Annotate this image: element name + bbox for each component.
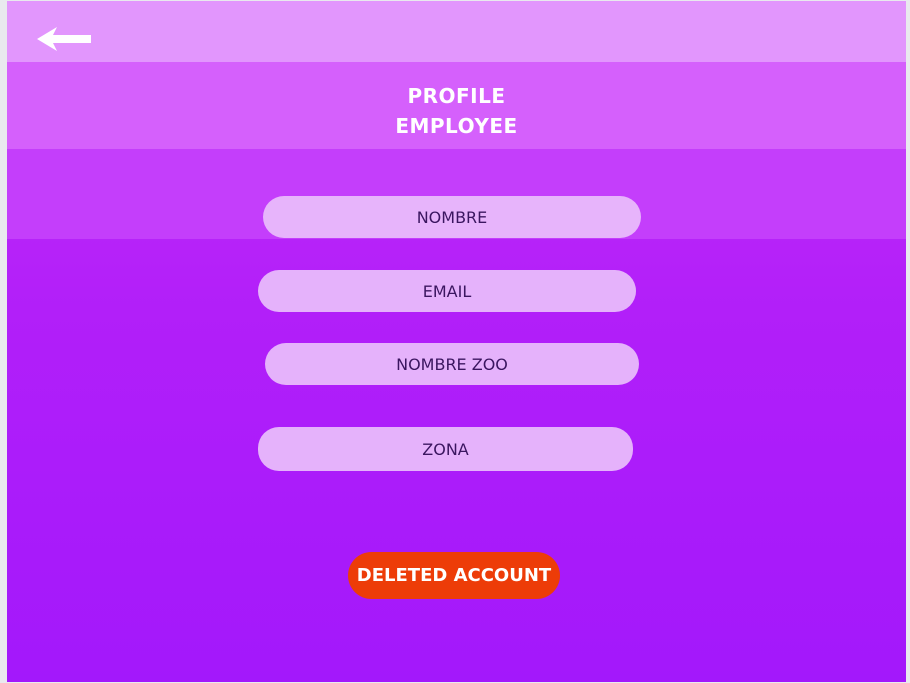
zona-placeholder: ZONA <box>422 439 469 459</box>
nombre-zoo-placeholder: NOMBRE ZOO <box>396 354 508 374</box>
email-placeholder: EMAIL <box>422 281 472 301</box>
back-button[interactable] <box>35 25 95 53</box>
arrow-left-icon <box>37 27 91 51</box>
nombre-placeholder: NOMBRE <box>416 207 488 227</box>
email-field[interactable]: EMAIL <box>258 270 636 312</box>
title-line-profile: PROFILE <box>407 84 506 108</box>
title-line-employee: EMPLOYEE <box>395 114 518 138</box>
delete-account-button[interactable]: DELETED ACCOUNT <box>348 552 560 599</box>
zona-field[interactable]: ZONA <box>258 427 633 471</box>
nombre-zoo-field[interactable]: NOMBRE ZOO <box>265 343 639 385</box>
nombre-field[interactable]: NOMBRE <box>263 196 641 238</box>
profile-screen: PROFILE EMPLOYEE NOMBRE EMAIL NOMBRE ZOO… <box>7 1 906 682</box>
top-bar <box>7 1 906 62</box>
page-title: PROFILE EMPLOYEE <box>7 81 906 141</box>
